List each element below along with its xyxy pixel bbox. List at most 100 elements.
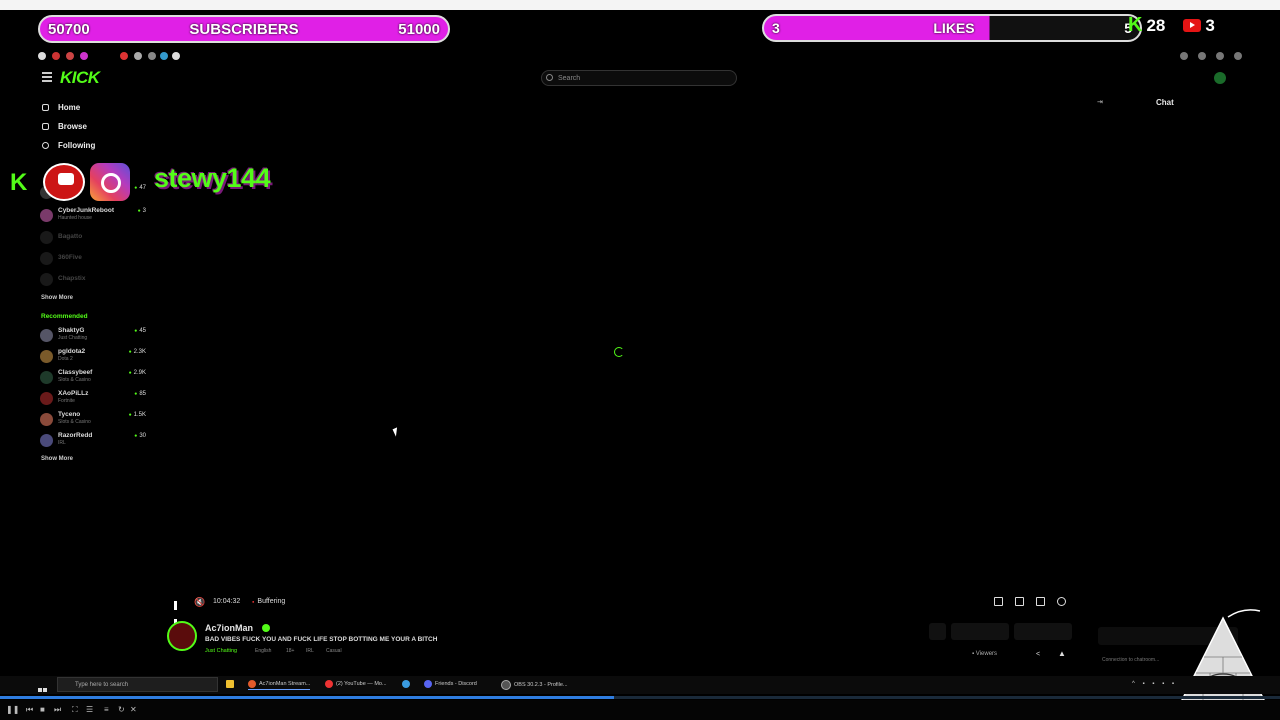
channel-avatar xyxy=(40,252,53,265)
sidebar-channel-offline[interactable]: 360Five xyxy=(40,250,148,268)
loop-icon[interactable]: ↻ xyxy=(118,705,125,714)
channel-name: pgldota2 xyxy=(58,348,86,355)
sidebar-channel-offline[interactable]: Bagatto xyxy=(40,229,148,247)
share-icon[interactable]: < xyxy=(1036,651,1040,658)
nav-home[interactable]: Home xyxy=(42,103,80,112)
bookmark-icon[interactable] xyxy=(120,52,128,60)
stream-category[interactable]: Just Chatting xyxy=(205,648,237,654)
system-tray[interactable]: ^ ▪ ▪ ▪ ▪ xyxy=(1132,681,1177,687)
user-avatar[interactable] xyxy=(1214,72,1226,84)
stream-title: BAD VIBES FUCK YOU AND FUCK LIFE STOP BO… xyxy=(205,636,438,643)
kick-logo[interactable]: KICK xyxy=(60,68,100,88)
fullscreen-button[interactable]: ⛶ xyxy=(72,705,78,715)
extension-icon[interactable] xyxy=(1216,52,1224,60)
taskbar-app[interactable]: (2) YouTube — Mo... xyxy=(325,680,387,688)
bookmark-icon[interactable] xyxy=(172,52,180,60)
subscriber-current: 50700 xyxy=(48,20,90,38)
windows-start-icon[interactable] xyxy=(38,680,48,710)
browser-icon xyxy=(248,680,256,688)
stream-tag[interactable]: English xyxy=(255,648,271,654)
kick-k-icon: K xyxy=(10,169,28,196)
theater-mode-button[interactable] xyxy=(1015,597,1024,606)
streamer-name[interactable]: Ac7ionMan xyxy=(205,623,253,633)
subscriber-label: SUBSCRIBERS xyxy=(189,20,299,38)
gift-placeholder[interactable] xyxy=(1014,623,1072,640)
sidebar-channel[interactable]: pgldota2 Dota 2 2.3K xyxy=(40,348,148,366)
streamer-avatar[interactable] xyxy=(167,621,197,651)
extension-icon[interactable] xyxy=(1180,52,1188,60)
stop-button[interactable]: ■ xyxy=(40,705,45,714)
channel-avatar xyxy=(40,329,53,342)
bookmark-icon[interactable] xyxy=(134,52,142,60)
taskbar-app[interactable] xyxy=(402,680,410,688)
playlist-icon[interactable]: ≡ xyxy=(104,705,109,714)
bookmark-icon[interactable] xyxy=(160,52,168,60)
extension-icon[interactable] xyxy=(1234,52,1242,60)
browse-icon xyxy=(42,123,49,130)
channel-name: Tyceno xyxy=(58,411,81,418)
settings-icon[interactable]: ☰ xyxy=(86,705,93,714)
bookmark-icon[interactable] xyxy=(80,52,88,60)
channel-viewers: 45 xyxy=(134,328,146,334)
channel-category: Just Chatting xyxy=(58,335,88,341)
channel-category: Fortnite xyxy=(58,398,75,404)
channel-category: Dota 2 xyxy=(58,356,73,362)
follow-placeholder[interactable] xyxy=(929,623,946,640)
channel-avatar xyxy=(40,231,53,244)
bookmark-icon[interactable] xyxy=(148,52,156,60)
bookmark-icon[interactable] xyxy=(52,52,60,60)
show-more-following[interactable]: Show More xyxy=(41,295,73,301)
search-icon xyxy=(546,74,553,81)
sidebar-channel[interactable]: ShaktyG Just Chatting 45 xyxy=(40,327,148,345)
sidebar-channel[interactable]: Classybeef Slots & Casino 2.9K xyxy=(40,369,148,387)
sidebar-channel[interactable]: RazorRedd IRL 30 xyxy=(40,432,148,450)
sidebar-channel[interactable]: XAoPiLLz Fortnite 85 xyxy=(40,390,148,408)
nav-browse[interactable]: Browse xyxy=(42,122,87,131)
extension-icon[interactable] xyxy=(1198,52,1206,60)
verified-badge-icon xyxy=(262,624,270,632)
taskbar-app[interactable]: Ac7ionMan Stream... xyxy=(248,680,311,690)
skip-forward-button[interactable]: ⏭ xyxy=(54,705,61,715)
channel-avatar xyxy=(40,209,53,222)
pause-button[interactable] xyxy=(174,597,182,628)
channel-category: Haunted house xyxy=(58,215,92,221)
channel-category: IRL xyxy=(58,440,66,446)
likes-goal-bar: 3 LIKES 5 xyxy=(762,14,1142,42)
discord-icon xyxy=(424,680,432,688)
skip-back-button[interactable]: ⏮ xyxy=(26,705,33,715)
hamburger-menu-icon[interactable] xyxy=(42,72,52,82)
stream-tag[interactable]: Casual xyxy=(326,648,342,654)
settings-gear-icon[interactable] xyxy=(1057,597,1066,606)
search-input[interactable]: Search xyxy=(541,70,737,86)
channel-viewers: 2.9K xyxy=(129,370,146,376)
clip-button[interactable] xyxy=(994,597,1003,606)
taskbar-app[interactable]: Friends - Discord xyxy=(424,680,477,688)
stream-tag[interactable]: 18+ xyxy=(286,648,294,654)
sidebar-channel[interactable]: Tyceno Slots & Casino 1.5K xyxy=(40,411,148,429)
stream-tag[interactable]: IRL xyxy=(306,648,314,654)
channel-avatar xyxy=(40,413,53,426)
file-explorer-icon[interactable] xyxy=(226,680,234,688)
collapse-chat-icon[interactable]: ⇥ xyxy=(1097,98,1103,106)
pause-button[interactable]: ❚❚ xyxy=(6,705,19,714)
channel-name: XAoPiLLz xyxy=(58,390,89,397)
chat-connection-status: Connection to chatroom... xyxy=(1102,657,1160,663)
browser-top-strip xyxy=(0,0,1280,10)
social-handle: stewy144 xyxy=(154,163,271,193)
sidebar-channel[interactable]: CyberJunkReboot Haunted house 3 xyxy=(40,207,148,225)
report-icon[interactable]: ▲ xyxy=(1058,649,1066,658)
taskbar-search-input[interactable]: Type here to search xyxy=(57,677,218,692)
channel-avatar xyxy=(40,392,53,405)
channel-viewers: 2.3K xyxy=(129,349,146,355)
bookmark-icon[interactable] xyxy=(38,52,46,60)
youtube-icon xyxy=(43,163,85,201)
mute-button[interactable]: 🔇 xyxy=(194,597,205,608)
shuffle-icon[interactable]: ✕ xyxy=(130,705,137,714)
sidebar-channel-offline[interactable]: Chapstix xyxy=(40,271,148,289)
taskbar-app[interactable]: OBS 30.2.3 - Profile... xyxy=(501,680,568,690)
bookmark-icon[interactable] xyxy=(66,52,74,60)
fullscreen-button[interactable] xyxy=(1036,597,1045,606)
show-more-recommended[interactable]: Show More xyxy=(41,456,73,462)
subscribe-placeholder[interactable] xyxy=(951,623,1009,640)
nav-following[interactable]: Following xyxy=(42,141,95,150)
